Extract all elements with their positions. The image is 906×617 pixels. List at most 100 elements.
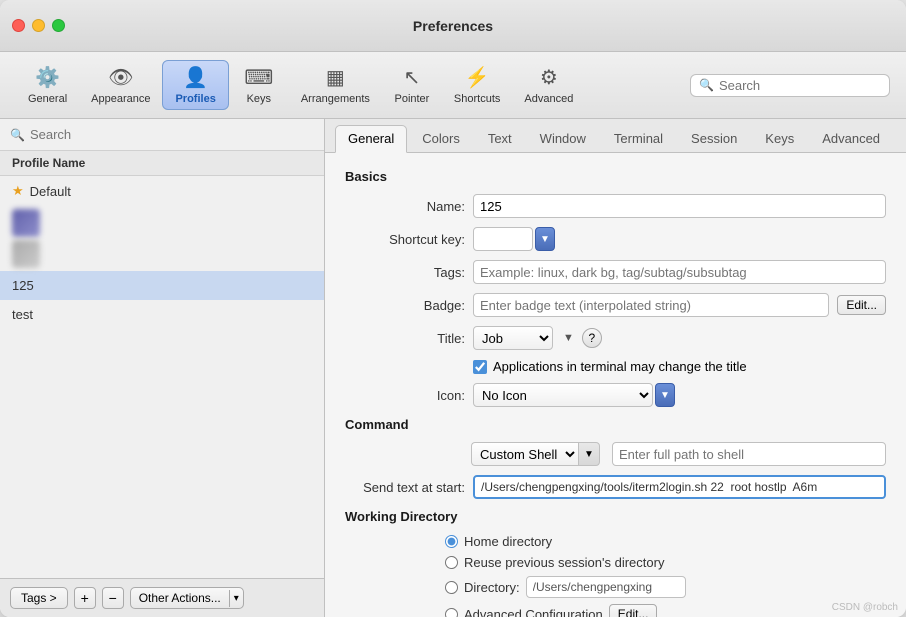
working-dir-title: Working Directory	[345, 509, 886, 524]
toolbar-shortcuts[interactable]: ⚡ Shortcuts	[442, 61, 512, 109]
tab-session[interactable]: Session	[678, 125, 750, 152]
home-dir-label: Home directory	[464, 534, 552, 549]
sidebar-search-bar[interactable]: 🔍	[0, 119, 324, 151]
profile-name-default: Default	[30, 184, 71, 199]
shortcuts-icon: ⚡	[465, 65, 490, 90]
title-select[interactable]: Job Name Custom	[473, 326, 553, 350]
sidebar-footer: Tags > + − Other Actions... ▾	[0, 578, 324, 617]
shortcut-key-dropdown[interactable]: ▼	[535, 227, 555, 251]
delete-profile-button[interactable]: −	[102, 587, 124, 609]
gear-icon: ⚙️	[35, 65, 60, 90]
toolbar-arrangements-label: Arrangements	[301, 93, 370, 105]
profile-tabs: General Colors Text Window Terminal Sess…	[325, 119, 906, 153]
sidebar-search-icon: 🔍	[10, 128, 25, 142]
eye-icon: 👁	[108, 65, 133, 90]
send-text-row: Send text at start:	[345, 475, 886, 499]
toolbar-pointer-label: Pointer	[394, 93, 429, 105]
directory-label: Directory:	[464, 580, 520, 595]
name-label: Name:	[345, 199, 465, 214]
toolbar: ⚙️ General 👁 Appearance 👤 Profiles ⌨ Key…	[0, 52, 906, 119]
profile-item-test[interactable]: test	[0, 300, 324, 329]
directory-radio[interactable]	[445, 581, 458, 594]
badge-row: Badge: Edit...	[345, 293, 886, 317]
directory-row: Directory:	[445, 576, 886, 598]
sidebar-search-input[interactable]	[30, 127, 314, 142]
profile-name-125: 125	[12, 278, 34, 293]
basics-section-title: Basics	[345, 169, 886, 184]
home-dir-radio[interactable]	[445, 535, 458, 548]
profile-item-blurred1[interactable]	[12, 209, 40, 237]
adv-config-radio[interactable]	[445, 608, 458, 617]
maximize-button[interactable]	[52, 19, 65, 32]
tab-terminal[interactable]: Terminal	[601, 125, 676, 152]
right-panel: General Colors Text Window Terminal Sess…	[325, 119, 906, 617]
title-row: Title: Job Name Custom ▼ ?	[345, 326, 886, 350]
profile-name-test: test	[12, 307, 33, 322]
badge-label: Badge:	[345, 298, 465, 313]
custom-shell-dropdown-btn[interactable]: ▼	[578, 442, 600, 466]
name-input[interactable]	[473, 194, 886, 218]
star-icon: ★	[12, 183, 24, 199]
toolbar-advanced-label: Advanced	[524, 93, 573, 105]
adv-config-edit-button[interactable]: Edit...	[609, 604, 658, 617]
profile-list-header: Profile Name	[0, 151, 324, 176]
toolbar-search[interactable]: 🔍	[690, 74, 890, 97]
toolbar-general-label: General	[28, 93, 67, 105]
minimize-button[interactable]	[32, 19, 45, 32]
profile-item-default[interactable]: ★ Default	[0, 176, 324, 206]
custom-shell-wrap: Custom Shell Login Shell ▼	[471, 442, 606, 466]
toolbar-keys[interactable]: ⌨ Keys	[229, 61, 289, 109]
arrangements-icon: ▦	[326, 65, 345, 90]
adv-config-label: Advanced Configuration	[464, 607, 603, 617]
icon-select[interactable]: No Icon	[473, 383, 653, 407]
other-actions-chevron[interactable]: ▾	[229, 590, 243, 607]
reuse-session-row: Reuse previous session's directory	[445, 555, 886, 570]
toolbar-pointer[interactable]: ↖ Pointer	[382, 61, 442, 109]
command-row: Custom Shell Login Shell ▼	[345, 442, 886, 466]
main-content: 🔍 Profile Name ★ Default 125 test Ta	[0, 119, 906, 617]
keyboard-icon: ⌨	[244, 65, 273, 90]
add-profile-button[interactable]: +	[74, 587, 96, 609]
directory-input[interactable]	[526, 576, 686, 598]
custom-shell-select[interactable]: Custom Shell Login Shell	[471, 442, 578, 466]
title-help-button[interactable]: ?	[582, 328, 602, 348]
badge-edit-button[interactable]: Edit...	[837, 295, 886, 315]
close-button[interactable]	[12, 19, 25, 32]
send-text-label: Send text at start:	[345, 480, 465, 495]
tags-button[interactable]: Tags >	[10, 587, 68, 609]
profile-icon: 👤	[183, 65, 208, 90]
tags-input[interactable]	[473, 260, 886, 284]
icon-row: Icon: No Icon ▼	[345, 383, 886, 407]
titlebar: Preferences	[0, 0, 906, 52]
toolbar-profiles[interactable]: 👤 Profiles	[162, 60, 228, 110]
shortcut-key-input[interactable]	[473, 227, 533, 251]
icon-dropdown[interactable]: ▼	[655, 383, 675, 407]
profile-list: ★ Default 125 test	[0, 176, 324, 578]
tab-colors[interactable]: Colors	[409, 125, 473, 152]
tab-window[interactable]: Window	[527, 125, 599, 152]
reuse-session-label: Reuse previous session's directory	[464, 555, 664, 570]
sidebar: 🔍 Profile Name ★ Default 125 test Ta	[0, 119, 325, 617]
home-dir-row: Home directory	[445, 534, 886, 549]
shell-path-input[interactable]	[612, 442, 886, 466]
tab-general[interactable]: General	[335, 125, 407, 153]
badge-input[interactable]	[473, 293, 829, 317]
toolbar-advanced[interactable]: ⚙ Advanced	[512, 61, 585, 109]
search-input[interactable]	[719, 78, 869, 93]
send-text-input[interactable]	[473, 475, 886, 499]
title-change-checkbox[interactable]	[473, 360, 487, 374]
toolbar-arrangements[interactable]: ▦ Arrangements	[289, 61, 382, 109]
form-area: Basics Name: Shortcut key: ▼ Tags:	[325, 153, 906, 617]
tab-keys[interactable]: Keys	[752, 125, 807, 152]
profile-item-125[interactable]: 125	[0, 271, 324, 300]
profile-item-blurred2[interactable]	[12, 240, 40, 268]
tab-advanced[interactable]: Advanced	[809, 125, 893, 152]
title-label: Title:	[345, 331, 465, 346]
title-checkbox-row: Applications in terminal may change the …	[473, 359, 886, 374]
toolbar-general[interactable]: ⚙️ General	[16, 61, 79, 109]
tab-text[interactable]: Text	[475, 125, 525, 152]
toolbar-appearance[interactable]: 👁 Appearance	[79, 61, 162, 109]
command-section-title: Command	[345, 417, 886, 432]
reuse-session-radio[interactable]	[445, 556, 458, 569]
toolbar-shortcuts-label: Shortcuts	[454, 93, 500, 105]
